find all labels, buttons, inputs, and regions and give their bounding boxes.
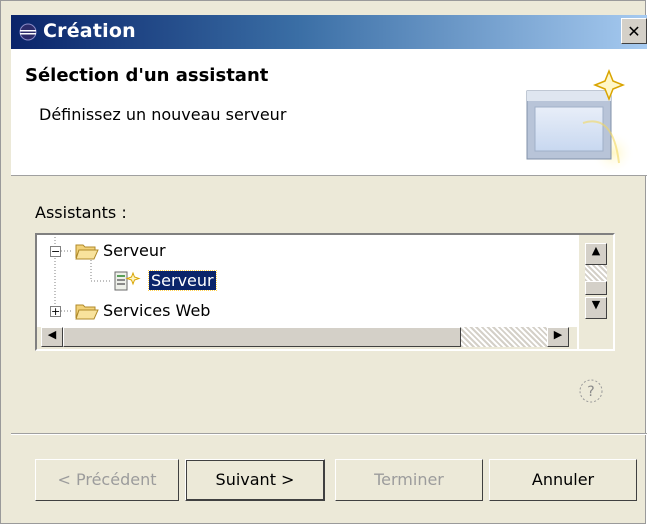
window-title: Création bbox=[43, 20, 136, 42]
arrow-up-icon: ▲ bbox=[591, 244, 601, 257]
wizard-dialog: Création ✕ Sélection d'un assistant Défi… bbox=[0, 0, 647, 524]
horizontal-scrollbar[interactable]: ◀ ▶ bbox=[37, 327, 577, 349]
scroll-thumb-vertical[interactable] bbox=[585, 281, 607, 295]
wizard-banner: Sélection d'un assistant Définissez un n… bbox=[11, 49, 647, 176]
vertical-scrollbar[interactable]: ▲ ▼ bbox=[579, 235, 613, 329]
scrollbar-corner bbox=[579, 327, 613, 349]
scroll-right-button[interactable]: ▶ bbox=[547, 327, 569, 347]
tree-item-label-selected: Serveur bbox=[148, 270, 217, 291]
tree-item-serveur-folder[interactable]: − Serveur bbox=[37, 239, 577, 263]
scroll-track-vertical[interactable] bbox=[585, 265, 607, 281]
wizard-tree[interactable]: − Serveur Serveur + Services Web ▲ ▼ ◀ ▶ bbox=[35, 233, 615, 351]
arrow-left-icon: ◀ bbox=[47, 328, 57, 341]
scroll-track-horizontal[interactable] bbox=[461, 327, 547, 347]
assistants-label: Assistants : bbox=[35, 203, 127, 222]
next-button[interactable]: Suivant > bbox=[185, 459, 325, 501]
tree-item-label: Services Web bbox=[103, 301, 211, 320]
button-separator bbox=[11, 433, 647, 435]
tree-item-serveur[interactable]: Serveur bbox=[37, 269, 577, 293]
server-wizard-icon bbox=[114, 271, 141, 291]
scroll-thumb-horizontal[interactable] bbox=[63, 327, 461, 347]
folder-icon bbox=[75, 304, 99, 320]
folder-open-icon bbox=[75, 244, 99, 260]
arrow-right-icon: ▶ bbox=[553, 328, 563, 341]
collapse-toggle-icon[interactable]: − bbox=[50, 246, 61, 257]
new-wizard-icon bbox=[526, 68, 633, 175]
close-icon: ✕ bbox=[627, 22, 641, 41]
scroll-down-button[interactable]: ▼ bbox=[585, 297, 607, 319]
close-button[interactable]: ✕ bbox=[621, 18, 647, 44]
expand-toggle-icon[interactable]: + bbox=[50, 306, 61, 317]
tree-viewport: − Serveur Serveur + Services Web bbox=[37, 235, 577, 329]
back-button[interactable]: < Précédent bbox=[35, 459, 179, 501]
arrow-down-icon: ▼ bbox=[591, 298, 601, 311]
banner-title: Sélection d'un assistant bbox=[25, 65, 269, 86]
finish-button[interactable]: Terminer bbox=[335, 459, 483, 501]
banner-description: Définissez un nouveau serveur bbox=[39, 105, 287, 124]
help-icon[interactable]: ? bbox=[577, 377, 605, 405]
title-bar[interactable]: Création ✕ bbox=[11, 15, 647, 49]
eclipse-icon bbox=[19, 23, 37, 41]
scroll-left-button[interactable]: ◀ bbox=[41, 327, 63, 347]
tree-item-services-web[interactable]: + Services Web bbox=[37, 299, 577, 323]
svg-text:?: ? bbox=[587, 384, 594, 400]
scroll-up-button[interactable]: ▲ bbox=[585, 243, 607, 265]
tree-item-label: Serveur bbox=[103, 241, 166, 260]
cancel-button[interactable]: Annuler bbox=[489, 459, 637, 501]
